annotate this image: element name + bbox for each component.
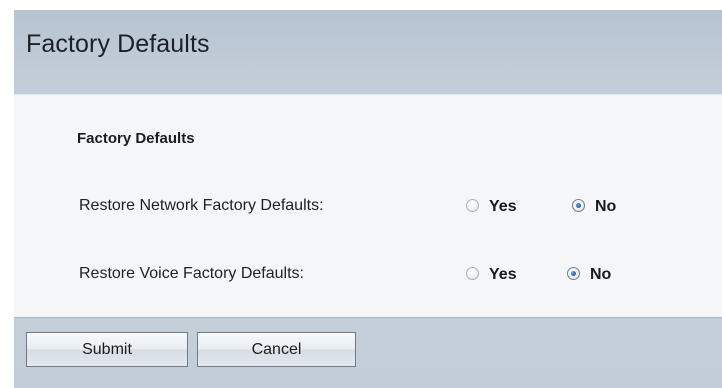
- network-defaults-no-radio[interactable]: [572, 199, 585, 212]
- cancel-button[interactable]: Cancel: [197, 332, 356, 367]
- page-title: Factory Defaults: [26, 30, 210, 58]
- voice-defaults-label: Restore Voice Factory Defaults:: [79, 265, 304, 282]
- voice-defaults-no-label[interactable]: No: [590, 266, 611, 284]
- network-defaults-label: Restore Network Factory Defaults:: [79, 197, 324, 214]
- network-defaults-yes-label[interactable]: Yes: [489, 198, 517, 216]
- factory-defaults-panel: Factory Defaults Restore Network Factory…: [14, 94, 722, 318]
- factory-defaults-page: Factory Defaults Factory Defaults Restor…: [14, 10, 722, 388]
- voice-defaults-yes-radio[interactable]: [466, 267, 479, 280]
- network-defaults-yes-radio[interactable]: [466, 199, 479, 212]
- submit-button[interactable]: Submit: [26, 332, 188, 367]
- voice-defaults-no-radio[interactable]: [567, 267, 580, 280]
- network-defaults-row: Restore Network Factory Defaults: Yes No: [14, 195, 722, 219]
- radio-selected-dot: [571, 271, 576, 276]
- voice-defaults-yes-label[interactable]: Yes: [489, 266, 517, 284]
- network-defaults-no-label[interactable]: No: [595, 198, 616, 216]
- section-title: Factory Defaults: [77, 130, 195, 147]
- voice-defaults-row: Restore Voice Factory Defaults: Yes No: [14, 263, 722, 287]
- radio-selected-dot: [576, 203, 581, 208]
